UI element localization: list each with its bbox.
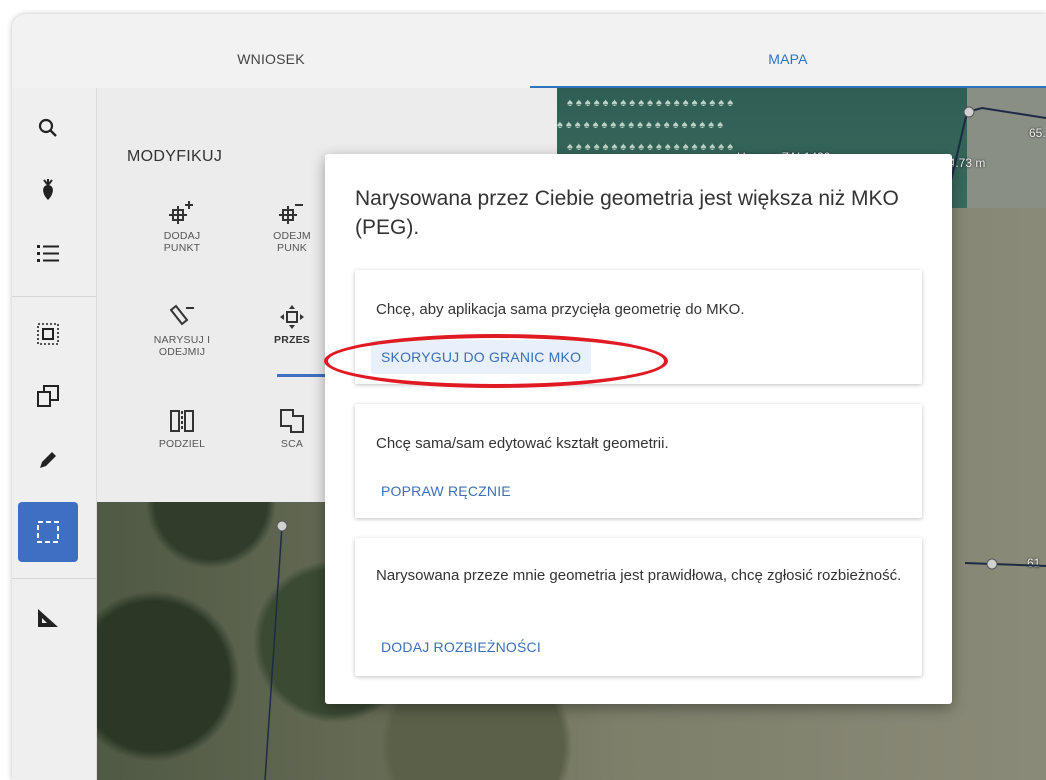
copy-shape-icon[interactable] bbox=[26, 374, 70, 418]
search-icon[interactable] bbox=[26, 106, 70, 150]
option-text: Chcę sama/sam edytować kształt geometrii… bbox=[376, 435, 669, 452]
tool-add-point[interactable]: DODAJ PUNKT bbox=[127, 196, 237, 254]
split-icon bbox=[127, 404, 237, 438]
tool-draw-subtract[interactable]: NARYSUJ I ODEJMIJ bbox=[127, 300, 237, 358]
top-tabs: WNIOSEK MAPA bbox=[12, 14, 1046, 88]
toolbar-divider bbox=[12, 296, 96, 297]
toolbar-divider bbox=[12, 578, 96, 579]
panel-title: MODYFIKUJ bbox=[127, 148, 223, 165]
edit-shape-icon[interactable] bbox=[18, 502, 78, 562]
ruler-icon[interactable] bbox=[26, 596, 70, 640]
dialog-title: Narysowana przez Ciebie geometria jest w… bbox=[355, 187, 899, 239]
option-text: Narysowana przeze mnie geometria jest pr… bbox=[376, 567, 902, 584]
pencil-icon[interactable] bbox=[26, 438, 70, 482]
draw-subtract-icon bbox=[127, 300, 237, 334]
option-card-manual-edit: Chcę sama/sam edytować kształt geometrii… bbox=[355, 404, 922, 518]
highlight-ring bbox=[324, 334, 668, 388]
tool-label: PODZIEL bbox=[158, 438, 206, 450]
tab-mapa[interactable]: MAPA bbox=[530, 14, 1046, 86]
add-discrepancies-button[interactable]: DODAJ ROZBIEŻNOŚCI bbox=[371, 630, 551, 664]
geometry-dialog: Narysowana przez Ciebie geometria jest w… bbox=[325, 154, 952, 704]
option-text: Chcę, aby aplikacja sama przycięła geome… bbox=[376, 301, 745, 318]
select-area-icon[interactable] bbox=[26, 312, 70, 356]
beet-icon[interactable] bbox=[26, 168, 70, 212]
add-point-icon bbox=[127, 196, 237, 230]
fix-manually-button[interactable]: POPRAW RĘCZNIE bbox=[371, 474, 521, 508]
left-toolbar bbox=[12, 88, 97, 780]
tool-split[interactable]: PODZIEL bbox=[127, 404, 237, 450]
tool-label: NARYSUJ I ODEJMIJ bbox=[153, 334, 211, 358]
list-icon[interactable] bbox=[26, 232, 70, 276]
option-card-report-discrepancy: Narysowana przeze mnie geometria jest pr… bbox=[355, 538, 922, 676]
tool-label: DODAJ PUNKT bbox=[163, 230, 201, 254]
tab-wniosek[interactable]: WNIOSEK bbox=[12, 14, 530, 86]
